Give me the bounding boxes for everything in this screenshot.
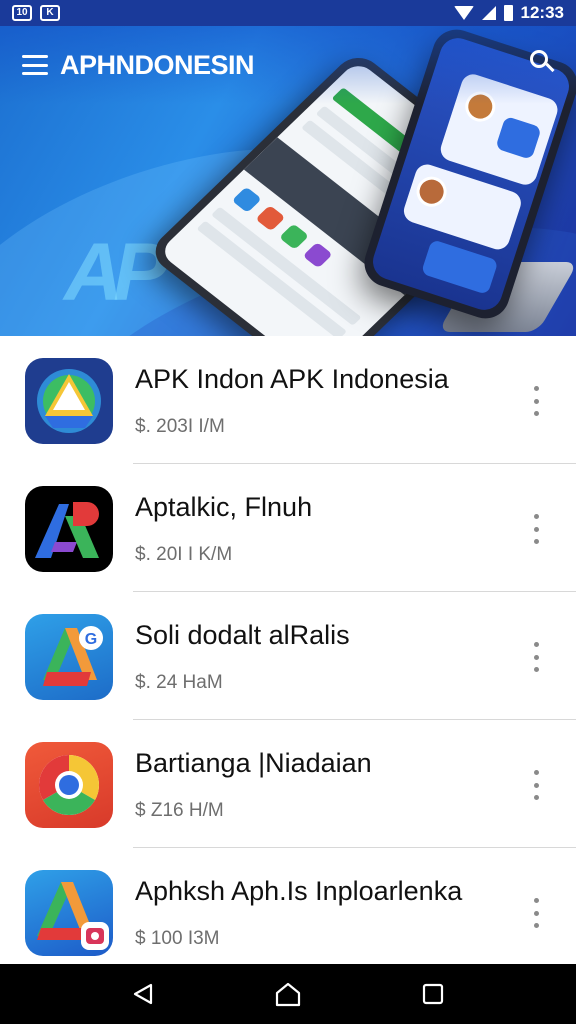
- app-meta: $ 100 I3M: [135, 928, 220, 949]
- svg-text:G: G: [85, 631, 97, 648]
- status-left-icons: 10 K: [12, 5, 60, 21]
- status-notification-icon: K: [40, 5, 60, 21]
- app-name: Soli dodalt alRalis: [135, 620, 350, 650]
- header-banner: AP APHNDONESIN: [0, 26, 576, 336]
- phone-tile: [420, 239, 499, 295]
- status-time: 12:33: [520, 3, 564, 22]
- home-icon[interactable]: [268, 974, 308, 1014]
- wifi-icon: [453, 6, 474, 20]
- back-triangle-icon[interactable]: [123, 974, 163, 1014]
- more-options-icon[interactable]: [528, 514, 544, 544]
- drive-camera-badge-icon: [25, 870, 113, 956]
- phone-app-chip: [231, 186, 262, 213]
- status-bar: 10 K 12:33: [0, 0, 576, 26]
- chrome-style-icon: [25, 742, 113, 828]
- hamburger-menu-icon[interactable]: [22, 55, 48, 75]
- more-options-icon[interactable]: [528, 386, 544, 416]
- app-name: Aphksh Aph.Is Inploarlenka: [135, 876, 463, 906]
- app-list-item[interactable]: Aphksh Aph.Is Inploarlenka $ 100 I3M: [0, 848, 576, 964]
- google-drive-style-icon: [25, 358, 113, 444]
- app-list-item[interactable]: APK Indon APK Indonesia $. 203I I/M: [0, 336, 576, 464]
- app-list-item[interactable]: Bartianga |Niadaian $ Z16 H/M: [0, 720, 576, 848]
- more-options-icon[interactable]: [528, 898, 544, 928]
- more-options-icon[interactable]: [528, 642, 544, 672]
- system-nav-bar: [0, 964, 576, 1024]
- signal-icon: [481, 6, 496, 20]
- recents-square-icon[interactable]: [413, 974, 453, 1014]
- app-meta: $ Z16 H/M: [135, 800, 224, 821]
- app-title: APHNDONESIN: [60, 49, 255, 80]
- more-options-icon[interactable]: [528, 770, 544, 800]
- app-meta: $. 203I I/M: [135, 416, 225, 437]
- app-name: APK Indon APK Indonesia: [135, 364, 449, 394]
- app-list: APK Indon APK Indonesia $. 203I I/M Apta…: [0, 336, 576, 964]
- colorful-ap-logo-icon: [25, 486, 113, 572]
- status-app-icon: 10: [12, 5, 32, 21]
- app-name: Aptalkic, Flnuh: [135, 492, 313, 522]
- app-list-item[interactable]: Aptalkic, Flnuh $. 20I I K/M: [0, 464, 576, 592]
- app-name: Bartianga |Niadaian: [135, 748, 372, 778]
- drive-g-badge-icon: G: [25, 614, 113, 700]
- phone-app-chip: [302, 241, 333, 269]
- phone-app-chip: [255, 205, 286, 232]
- banner-ap-logo: AP: [64, 227, 168, 318]
- app-bar: APHNDONESIN: [0, 26, 576, 104]
- app-meta: $. 24 HaM: [135, 672, 223, 693]
- battery-icon: [503, 5, 513, 21]
- app-list-item[interactable]: G Soli dodalt alRalis $. 24 HaM: [0, 592, 576, 720]
- search-icon[interactable]: [530, 50, 555, 74]
- app-meta: $. 20I I K/M: [135, 544, 233, 565]
- phone-app-chip: [278, 223, 310, 250]
- status-right: 12:33: [453, 3, 564, 23]
